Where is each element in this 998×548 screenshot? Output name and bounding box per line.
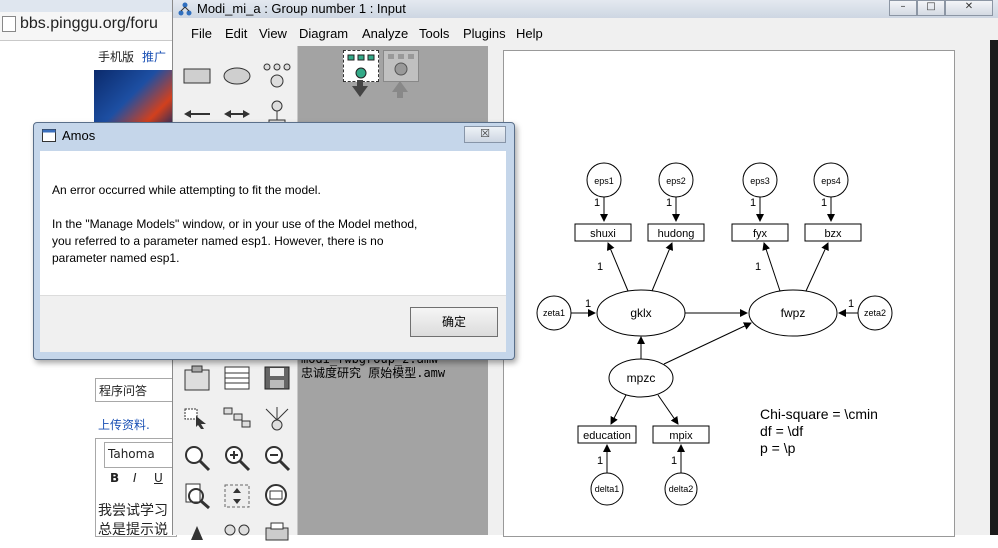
loading-1: 1 [597, 261, 603, 273]
menu-edit[interactable]: Edit [225, 26, 247, 41]
fit-to-page-icon[interactable] [219, 480, 255, 512]
weight-1: 1 [597, 455, 603, 467]
font-select[interactable]: Tahoma [104, 442, 176, 468]
menu-analyze[interactable]: Analyze [362, 26, 408, 41]
input-view-arrow-icon[interactable] [343, 80, 377, 98]
label-mpix: mpix [669, 430, 693, 442]
label-shuxi: shuxi [590, 228, 616, 240]
amos-app-icon [178, 2, 192, 16]
amos-title: Modi_mi_a : Group number 1 : Input [197, 1, 406, 16]
page-icon [2, 16, 16, 32]
draw-observed-tool[interactable] [179, 60, 215, 92]
label-eps3: eps3 [750, 176, 770, 186]
menu-tools[interactable]: Tools [419, 26, 449, 41]
zoom-in-icon[interactable] [219, 442, 255, 474]
output-view-arrow-icon[interactable] [383, 80, 417, 98]
draw-latent-tool[interactable] [219, 60, 255, 92]
ok-button[interactable]: 确定 [410, 307, 498, 337]
path-diagram-view-button[interactable] [343, 50, 379, 82]
file-list-item-2[interactable]: 忠诚度研究 原始模型.amw [301, 364, 445, 381]
stat-p: p = \p [760, 440, 796, 456]
stat-chi-square: Chi-square = \cmin [760, 406, 878, 422]
editor-text-line2: 总是提示说 [98, 522, 168, 538]
underline-button[interactable]: U [154, 471, 163, 485]
weight-1: 1 [666, 197, 672, 209]
draw-triangle-icon[interactable] [179, 516, 215, 548]
loading-1: 1 [755, 261, 761, 273]
menu-plugins[interactable]: Plugins [463, 26, 506, 41]
model-fit-icon[interactable] [219, 516, 255, 548]
list-variables-tool[interactable] [179, 362, 215, 394]
dialog-close-button[interactable]: ☒ [464, 126, 506, 143]
print-icon[interactable] [259, 516, 295, 548]
url-text[interactable]: bbs.pinggu.org/foru [20, 15, 158, 33]
banner-image [94, 70, 174, 130]
label-gklx: gklx [630, 306, 651, 320]
weight-1: 1 [671, 455, 677, 467]
label-hudong: hudong [658, 228, 695, 240]
zoom-area-icon[interactable] [179, 442, 215, 474]
error-line-4: parameter named esp1. [52, 251, 180, 265]
nav-promo-link[interactable]: 推广 [142, 48, 166, 65]
maximize-button[interactable]: □ [917, 0, 945, 16]
label-eps4: eps4 [821, 176, 841, 186]
bold-button[interactable]: B [110, 471, 119, 485]
save-tool[interactable] [259, 362, 295, 394]
weight-1: 1 [594, 197, 600, 209]
menu-file[interactable]: File [191, 26, 212, 41]
label-bzx: bzx [824, 228, 842, 240]
select-all-tool[interactable] [219, 402, 255, 434]
weight-1: 1 [821, 197, 827, 209]
sem-path-diagram: eps1 eps2 eps3 eps4 1 1 1 1 shuxi hudong… [536, 162, 893, 506]
editor-text-line1: 我尝试学习 [98, 503, 168, 519]
menu-help[interactable]: Help [516, 26, 543, 41]
loupe-icon[interactable] [259, 480, 295, 512]
minimize-button[interactable]: – [889, 0, 917, 16]
upload-link[interactable]: 上传资料. [98, 416, 150, 433]
weight-1: 1 [848, 298, 854, 310]
label-fwpz: fwpz [781, 306, 806, 320]
label-zeta1: zeta1 [543, 308, 565, 318]
label-delta1: delta1 [595, 484, 620, 494]
post-title-field[interactable]: 程序问答 [95, 378, 177, 402]
list-data-variables-tool[interactable] [219, 362, 255, 394]
weight-1: 1 [750, 197, 756, 209]
label-mpzc: mpzc [627, 371, 656, 385]
label-zeta2: zeta2 [864, 308, 886, 318]
zoom-out-icon[interactable] [259, 442, 295, 474]
font-select-value: Tahoma [108, 447, 155, 461]
label-education: education [583, 430, 631, 442]
label-eps1: eps1 [594, 176, 614, 186]
nav-mobile-link[interactable]: 手机版 [98, 48, 134, 65]
draw-indicator-tool[interactable] [259, 60, 295, 92]
label-eps2: eps2 [666, 176, 686, 186]
label-fyx: fyx [753, 228, 768, 240]
italic-button[interactable]: I [133, 471, 137, 485]
error-line-2: In the "Manage Models" window, or in you… [52, 217, 418, 231]
error-line-1: An error occurred while attempting to fi… [52, 183, 321, 197]
menu-view[interactable]: View [259, 26, 287, 41]
stat-df: df = \df [760, 423, 803, 439]
right-edge-strip [990, 40, 998, 535]
close-window-button[interactable]: ✕ [945, 0, 993, 16]
dialog-window-icon [42, 129, 56, 142]
post-title-value: 程序问答 [99, 384, 148, 398]
menu-diagram[interactable]: Diagram [299, 26, 348, 41]
label-delta2: delta2 [669, 484, 694, 494]
select-tool[interactable] [179, 402, 215, 434]
dialog-title: Amos [62, 128, 96, 143]
menubar [173, 24, 998, 44]
multiple-group-tool[interactable] [259, 402, 295, 434]
weight-1: 1 [585, 298, 591, 310]
view-output-button[interactable] [383, 50, 419, 82]
zoom-page-icon[interactable] [179, 480, 215, 512]
error-line-3: you referred to a parameter named esp1. … [52, 234, 384, 248]
amos-error-dialog: Amos ☒ An error occurred while attemptin… [33, 122, 515, 360]
